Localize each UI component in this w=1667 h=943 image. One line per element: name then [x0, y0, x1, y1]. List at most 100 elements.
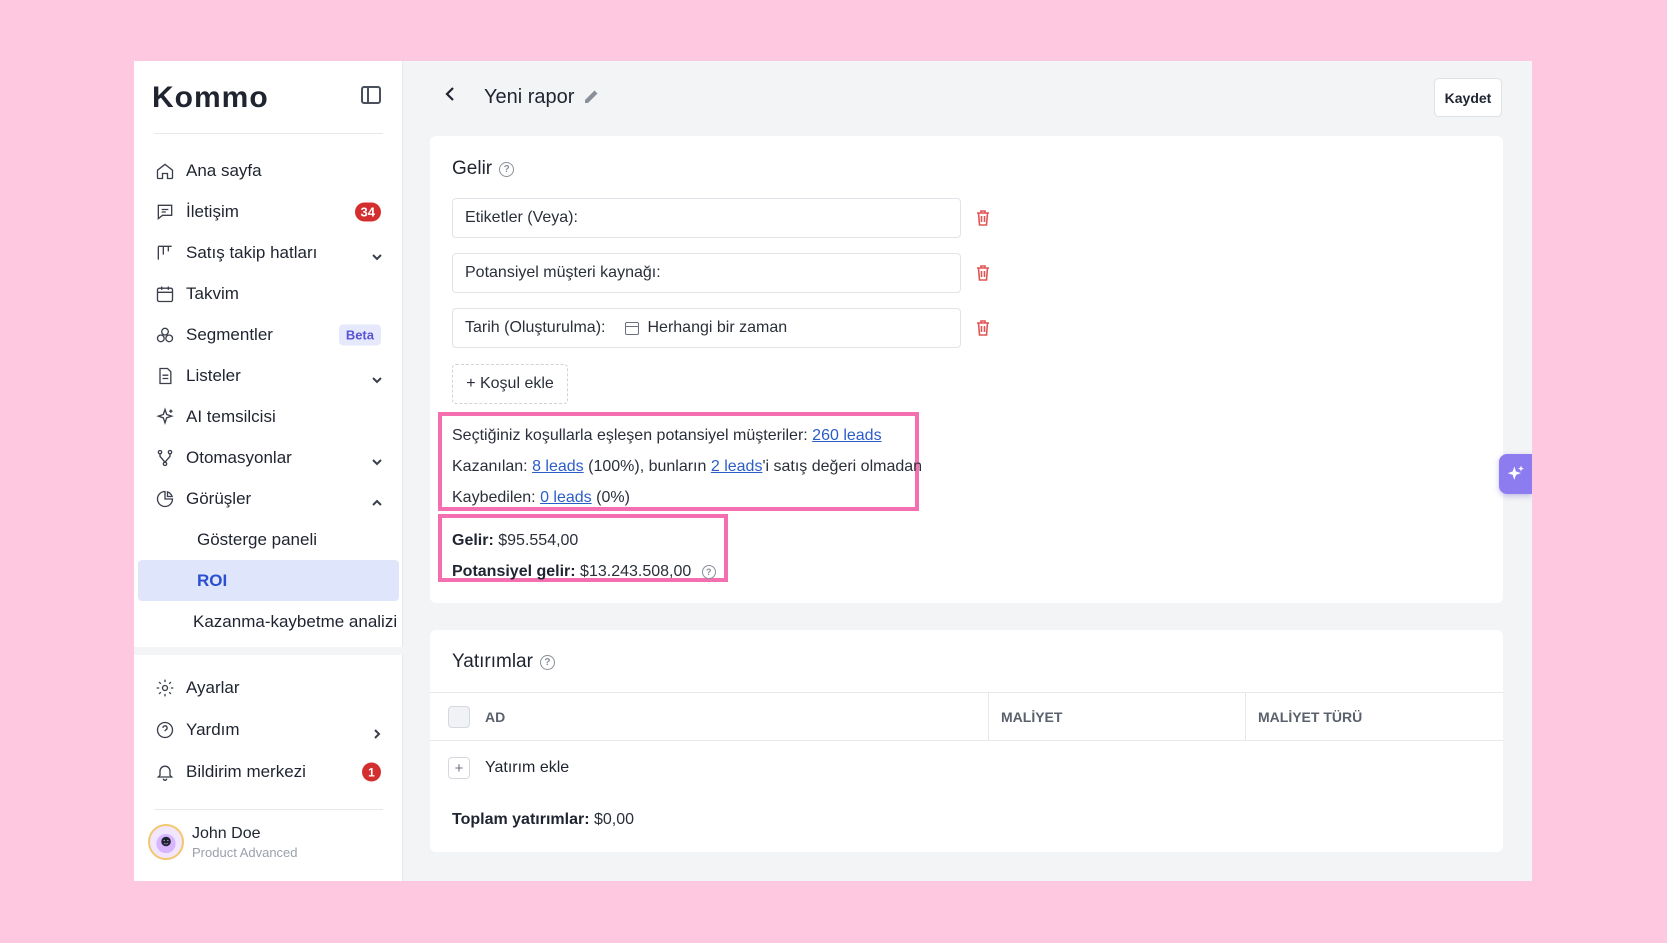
sidebar-item-label: İletişim — [186, 201, 239, 221]
condition-lead-source[interactable]: Potansiyel müşteri kaynağı: — [452, 253, 961, 293]
column-header-name[interactable]: AD — [485, 693, 505, 740]
divider — [154, 133, 383, 134]
trash-icon[interactable] — [976, 210, 990, 226]
text: Kaybedilen: — [452, 489, 536, 506]
sidebar-subitem-dashboard[interactable]: Gösterge paneli — [134, 519, 403, 560]
condition-label: Etiketler (Veya): — [465, 209, 578, 226]
matching-leads-line: Seçtiğiniz koşullarla eşleşen potansiyel… — [452, 427, 882, 445]
sidebar-item-label: Yardım — [186, 720, 240, 739]
help-icon[interactable]: ? — [701, 564, 716, 579]
bottom-nav: Ayarlar Yardım Bildirim merkezi 1 — [134, 667, 403, 793]
condition-date-created[interactable]: Tarih (Oluşturulma): Herhangi bir zaman — [452, 308, 961, 348]
sidebar-item-notifications[interactable]: Bildirim merkezi 1 — [134, 751, 403, 793]
potential-revenue-line: Potansiyel gelir: $13.243.508,00 ? — [452, 563, 716, 581]
sidebar-item-calendar[interactable]: Takvim — [134, 273, 403, 314]
sidebar-item-label: Ayarlar — [186, 678, 240, 697]
add-investment-button[interactable]: + Yatırım ekle — [448, 757, 569, 779]
add-condition-button[interactable]: + Koşul ekle — [452, 364, 568, 404]
sidebar-item-home[interactable]: Ana sayfa — [134, 150, 403, 191]
select-all-checkbox[interactable] — [448, 706, 470, 728]
chevron-right-icon[interactable] — [371, 725, 381, 739]
trash-icon[interactable] — [976, 320, 990, 336]
app-window: Kommo Ana sayfa İletişim 34 Satış takip … — [134, 61, 1532, 881]
plus-icon: + — [448, 757, 470, 779]
help-icon[interactable]: ? — [539, 654, 555, 670]
logo: Kommo — [152, 81, 269, 114]
won-leads-link[interactable]: 8 leads — [532, 458, 584, 475]
list-icon — [154, 365, 176, 387]
page-title: Yeni rapor — [484, 86, 575, 108]
condition-value: Herhangi bir zaman — [647, 319, 788, 336]
pencil-icon[interactable] — [583, 89, 599, 105]
back-button[interactable] — [442, 85, 462, 105]
potential-revenue-label: Potansiyel gelir: — [452, 563, 576, 580]
trash-icon[interactable] — [976, 265, 990, 281]
sidebar-item-segments[interactable]: Segmentler Beta — [134, 314, 403, 355]
sidebar-item-lists[interactable]: Listeler — [134, 355, 403, 396]
pipeline-icon — [154, 242, 176, 264]
text: (100%), bunların — [588, 458, 707, 475]
sidebar-item-settings[interactable]: Ayarlar — [134, 667, 403, 709]
chevron-down-icon[interactable] — [371, 371, 382, 383]
sidebar-item-label: Görüşler — [186, 488, 252, 508]
column-header-cost[interactable]: MALİYET — [1001, 693, 1062, 740]
column-divider — [988, 693, 989, 740]
sidebar-item-label: Segmentler — [186, 324, 273, 344]
text: 'i satış değeri olmadan — [762, 458, 923, 475]
investments-card: Yatırımlar ? AD MALİYET MALİYET TÜRÜ + Y… — [430, 630, 1503, 852]
sidebar-item-label: Satış takip hatları — [186, 242, 318, 262]
chevron-up-icon[interactable] — [371, 494, 382, 506]
sidebar-item-label: Bildirim merkezi — [186, 762, 306, 781]
total-label: Toplam yatırımlar: — [452, 811, 590, 828]
divider — [154, 809, 383, 810]
sidebar-item-pipelines[interactable]: Satış takip hatları — [134, 232, 403, 273]
save-button[interactable]: Kaydet — [1434, 78, 1502, 117]
avatar: ☻ — [148, 824, 184, 860]
bell-icon — [154, 761, 176, 783]
unread-badge: 34 — [354, 202, 381, 221]
chevron-down-icon[interactable] — [371, 248, 382, 260]
lost-leads-line: Kaybedilen: 0 leads (0%) — [452, 489, 630, 507]
investments-title: Yatırımlar — [452, 651, 533, 672]
sidebar-item-label: Listeler — [186, 365, 241, 385]
help-icon[interactable]: ? — [499, 161, 515, 177]
column-divider — [1245, 693, 1246, 740]
sidebar-item-ai-agent[interactable]: AI temsilcisi — [134, 396, 403, 437]
sidebar-subitem-win-loss[interactable]: Kazanma-kaybetme analizi — [134, 601, 403, 642]
matching-leads-link[interactable]: 260 leads — [812, 427, 881, 444]
condition-label: Potansiyel müşteri kaynağı: — [465, 264, 661, 281]
add-investment-label: Yatırım ekle — [485, 759, 570, 776]
income-title: Gelir — [452, 158, 493, 179]
ai-assistant-button[interactable] — [1499, 454, 1532, 494]
segments-icon — [154, 324, 176, 346]
user-profile[interactable]: ☻ John Doe Product Advanced — [148, 824, 298, 860]
table-header: AD MALİYET MALİYET TÜRÜ — [430, 692, 1503, 741]
sidebar-item-label: Takvim — [186, 283, 239, 303]
sidebar-item-label: AI temsilcisi — [186, 406, 276, 426]
section-title: Gelir ? — [452, 158, 515, 180]
income-card: Gelir ? Etiketler (Veya): Potansiyel müş… — [430, 136, 1503, 603]
chat-icon — [154, 201, 176, 223]
sidebar-item-label: Ana sayfa — [186, 160, 262, 180]
won-no-value-link[interactable]: 2 leads — [711, 458, 763, 475]
sidebar-toggle-icon[interactable] — [361, 86, 381, 104]
text: (0%) — [596, 489, 630, 506]
condition-tags[interactable]: Etiketler (Veya): — [452, 198, 961, 238]
won-leads-line: Kazanılan: 8 leads (100%), bunların 2 le… — [452, 458, 922, 476]
gear-icon — [154, 677, 176, 699]
chevron-down-icon[interactable] — [371, 453, 382, 465]
revenue-line: Gelir: $95.554,00 — [452, 532, 578, 550]
notification-badge: 1 — [362, 762, 381, 782]
text: Seçtiğiniz koşullarla eşleşen potansiyel… — [452, 427, 808, 444]
pie-chart-icon — [154, 488, 176, 510]
calendar-icon — [625, 321, 640, 335]
sidebar-item-insights[interactable]: Görüşler — [134, 478, 403, 519]
sidebar-subitem-roi[interactable]: ROI — [138, 560, 399, 601]
sparkle-icon — [1507, 465, 1524, 480]
sidebar-item-automations[interactable]: Otomasyonlar — [134, 437, 403, 478]
lost-leads-link[interactable]: 0 leads — [540, 489, 592, 506]
sidebar-item-help[interactable]: Yardım — [134, 709, 403, 751]
column-header-cost-type[interactable]: MALİYET TÜRÜ — [1258, 693, 1362, 740]
sidebar-item-chat[interactable]: İletişim 34 — [134, 191, 403, 232]
sidebar-item-label: Otomasyonlar — [186, 447, 292, 467]
